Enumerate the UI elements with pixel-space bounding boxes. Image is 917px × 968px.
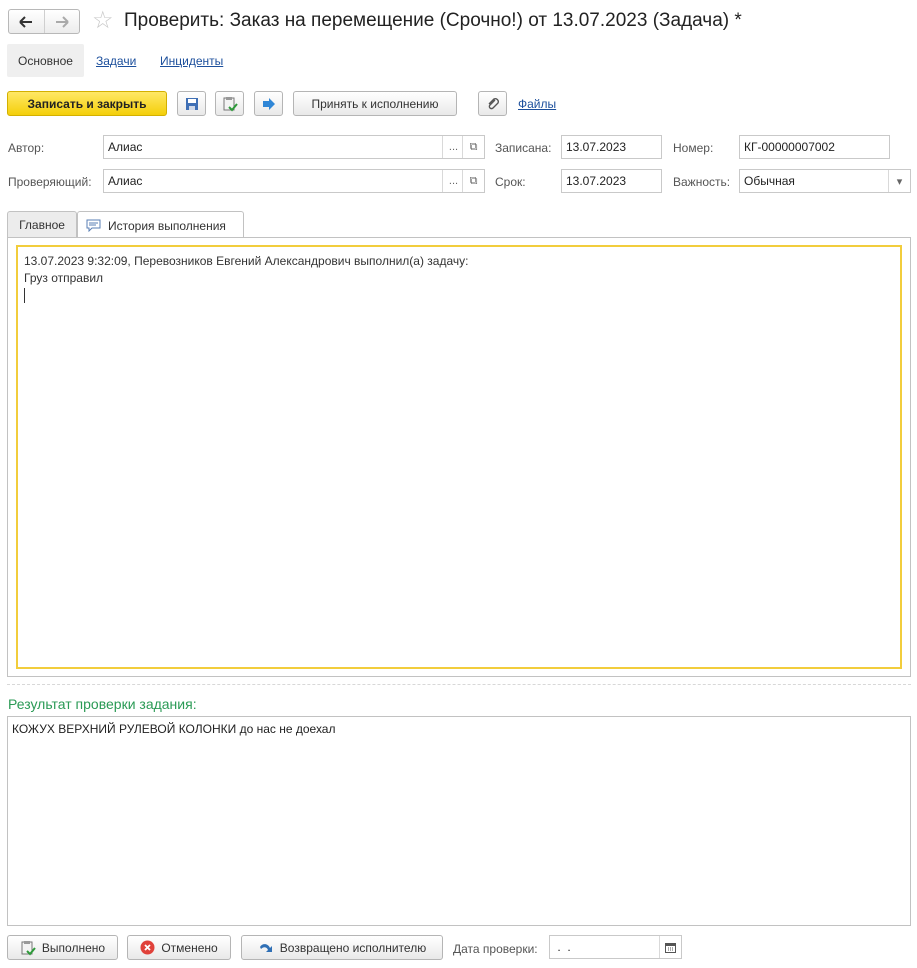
- star-icon[interactable]: ☆: [92, 7, 114, 35]
- importance-label: Важность:: [673, 175, 731, 189]
- next-step-button[interactable]: [254, 91, 283, 116]
- author-value: Алиас: [108, 140, 143, 154]
- document-check-icon: [20, 940, 36, 956]
- text-cursor: [24, 288, 25, 303]
- forward-button[interactable]: [43, 10, 80, 33]
- author-open-icon[interactable]: ⧉: [462, 136, 484, 158]
- author-field[interactable]: Алиас ... ⧉: [103, 135, 485, 159]
- attach-button[interactable]: [478, 91, 507, 116]
- history-panel: 13.07.2023 9:32:09, Перевозников Евгений…: [7, 237, 911, 677]
- history-line-2: Груз отправил: [24, 271, 104, 285]
- reviewer-choose-button[interactable]: ...: [442, 170, 464, 192]
- tab-incidents[interactable]: Инциденты: [160, 54, 223, 68]
- comment-icon: [86, 219, 101, 232]
- tab-tasks[interactable]: Задачи: [96, 54, 136, 68]
- recorded-field[interactable]: 13.07.2023: [561, 135, 662, 159]
- accept-for-execution-button[interactable]: Принять к исполнению: [293, 91, 457, 116]
- result-textarea[interactable]: КОЖУХ ВЕРХНИЙ РУЛЕВОЙ КОЛОНКИ до нас не …: [7, 716, 911, 926]
- returned-label: Возвращено исполнителю: [279, 940, 427, 955]
- files-link[interactable]: Файлы: [518, 97, 556, 111]
- cancel-icon: [140, 940, 155, 955]
- deadline-field[interactable]: 13.07.2023: [561, 169, 662, 193]
- nav-buttons: [8, 9, 80, 34]
- save-and-close-button[interactable]: Записать и закрыть: [7, 91, 167, 116]
- recorded-label: Записана:: [495, 141, 552, 155]
- history-textarea[interactable]: 13.07.2023 9:32:09, Перевозников Евгений…: [16, 245, 902, 669]
- tab-execution-history[interactable]: История выполнения: [77, 211, 244, 239]
- check-date-label: Дата проверки:: [453, 942, 538, 956]
- calendar-icon[interactable]: [659, 936, 681, 958]
- author-label: Автор:: [8, 141, 45, 155]
- tab-general-label: Главное: [19, 218, 65, 232]
- done-button[interactable]: Выполнено: [7, 935, 118, 960]
- arrow-right-blue-icon: [262, 97, 275, 110]
- reviewer-label: Проверяющий:: [8, 175, 92, 189]
- importance-select[interactable]: Обычная ▾: [739, 169, 911, 193]
- paperclip-icon: [488, 97, 499, 109]
- tab-execution-history-label: История выполнения: [108, 218, 226, 233]
- returned-to-executor-button[interactable]: Возвращено исполнителю: [241, 935, 443, 960]
- arrow-right-icon: [55, 15, 69, 28]
- cancelled-button[interactable]: Отменено: [127, 935, 231, 960]
- number-label: Номер:: [673, 141, 714, 155]
- reviewer-field[interactable]: Алиас ... ⧉: [103, 169, 485, 193]
- importance-value: Обычная: [744, 174, 795, 188]
- tab-main[interactable]: Основное: [7, 44, 84, 77]
- result-section-label: Результат проверки задания:: [8, 696, 197, 712]
- cancelled-label: Отменено: [161, 940, 218, 955]
- window-title: Проверить: Заказ на перемещение (Срочно!…: [124, 10, 742, 31]
- chevron-down-icon[interactable]: ▾: [888, 170, 910, 192]
- check-date-value: . .: [554, 940, 571, 954]
- author-choose-button[interactable]: ...: [442, 136, 464, 158]
- document-check-icon: [223, 96, 238, 111]
- arrow-left-icon: [19, 15, 33, 28]
- number-field[interactable]: КГ-00000007002: [739, 135, 890, 159]
- return-arrow-icon: [258, 941, 274, 955]
- tab-general[interactable]: Главное: [7, 211, 77, 238]
- divider: [7, 684, 911, 685]
- reviewer-open-icon[interactable]: ⧉: [462, 170, 484, 192]
- floppy-disk-icon: [185, 97, 198, 110]
- check-date-field[interactable]: . .: [549, 935, 682, 959]
- done-label: Выполнено: [41, 940, 106, 955]
- post-button[interactable]: [215, 91, 244, 116]
- reviewer-value: Алиас: [108, 174, 143, 188]
- save-button[interactable]: [177, 91, 206, 116]
- history-line-1: 13.07.2023 9:32:09, Перевозников Евгений…: [24, 254, 469, 268]
- back-button[interactable]: [9, 10, 44, 33]
- deadline-label: Срок:: [495, 175, 526, 189]
